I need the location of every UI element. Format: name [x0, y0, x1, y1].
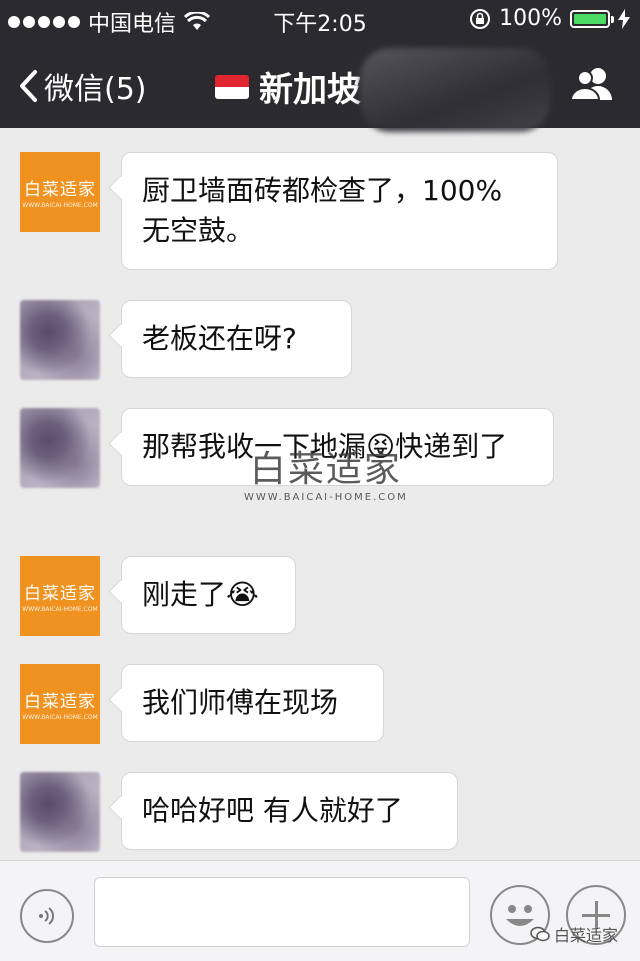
wechat-logo-icon: [530, 926, 550, 942]
message-bubble[interactable]: 我们师傅在现场: [121, 664, 384, 742]
contacts-button[interactable]: [568, 66, 618, 106]
voice-icon: [39, 907, 54, 925]
message-bubble[interactable]: 厨卫墙面砖都检查了，100% 无空鼓。: [121, 152, 558, 270]
voice-input-button[interactable]: [20, 889, 74, 943]
watermark-name: 白菜适家: [249, 449, 402, 490]
user-avatar[interactable]: [20, 772, 100, 852]
brand-avatar-name: 白菜适家: [24, 584, 96, 604]
contacts-icon: [569, 68, 612, 101]
rotation-lock-icon: [470, 8, 491, 29]
user-avatar[interactable]: [20, 408, 100, 488]
message-bubble[interactable]: 老板还在呀?: [121, 300, 352, 378]
brand-avatar-name: 白菜适家: [24, 180, 96, 200]
brand-avatar-url: WWW.BAICAI-HOME.COM: [22, 714, 98, 721]
footer-watermark: 白菜适家: [530, 922, 618, 946]
chevron-left-icon: [20, 70, 37, 102]
watermark-url: WWW.BAICAI-HOME.COM: [244, 492, 408, 503]
back-button[interactable]: 微信(5): [18, 64, 147, 108]
footer-watermark-text: 白菜适家: [554, 926, 619, 945]
user-avatar[interactable]: [20, 300, 100, 380]
battery-icon: [570, 9, 614, 28]
status-right: 100%: [469, 6, 630, 31]
battery-percent: 100%: [499, 6, 562, 31]
chat-title-text: 新加坡: [259, 70, 361, 110]
battery-level-fill: [574, 13, 606, 24]
message-bubble[interactable]: 刚走了😭: [121, 556, 296, 634]
brand-avatar[interactable]: 白菜适家 WWW.BAICAI-HOME.COM: [20, 664, 100, 744]
message-bubble[interactable]: 哈哈好吧 有人就好了: [121, 772, 458, 850]
charging-bolt-icon: [618, 8, 630, 29]
status-bar: 中国电信 下午2:05 100%: [0, 0, 640, 40]
back-label: 微信(5): [44, 72, 147, 107]
watermark: 白菜适家 WWW.BAICAI-HOME.COM: [244, 440, 408, 503]
message-input[interactable]: [94, 877, 470, 947]
brand-avatar[interactable]: 白菜适家 WWW.BAICAI-HOME.COM: [20, 152, 100, 232]
brand-avatar-url: WWW.BAICAI-HOME.COM: [22, 202, 98, 209]
singapore-flag-icon: [215, 74, 249, 99]
brand-avatar-name: 白菜适家: [24, 692, 96, 712]
redaction-scribble: [360, 48, 550, 132]
chat-title: 新加坡: [215, 62, 361, 111]
brand-avatar-url: WWW.BAICAI-HOME.COM: [22, 606, 98, 613]
brand-avatar[interactable]: 白菜适家 WWW.BAICAI-HOME.COM: [20, 556, 100, 636]
